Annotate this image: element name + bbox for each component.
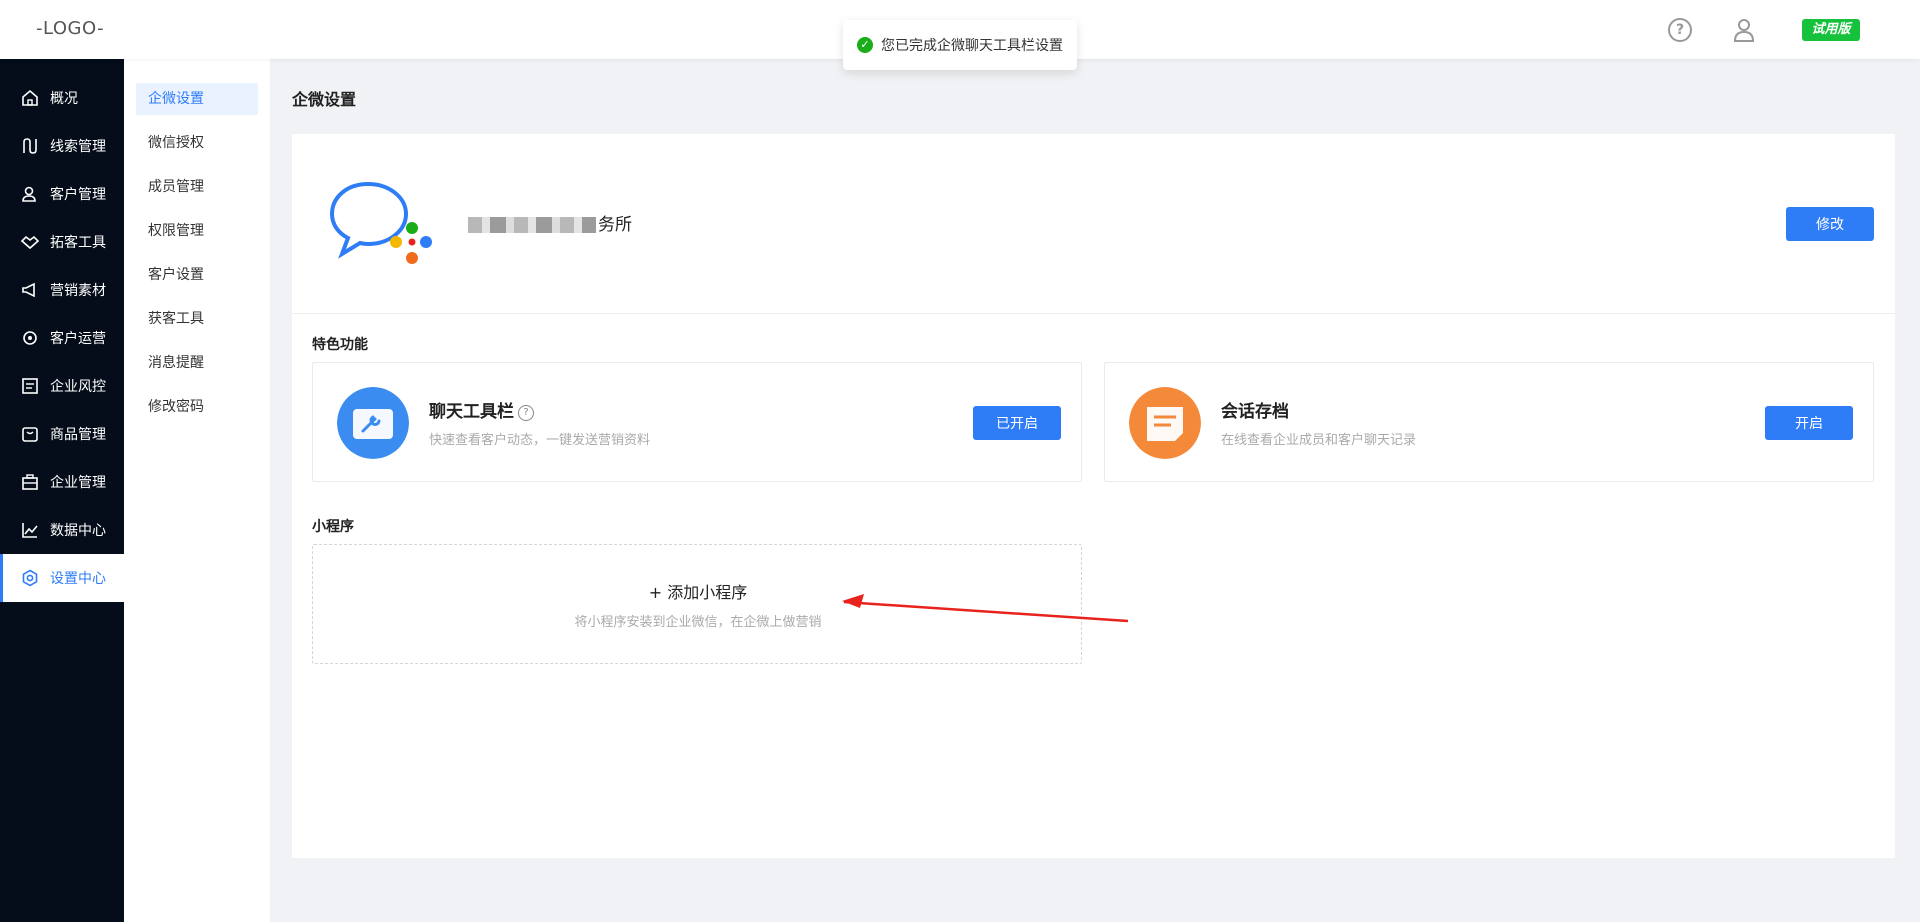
plus-icon: +: [648, 583, 663, 602]
nav-item-marketing[interactable]: 营销素材: [0, 266, 124, 314]
handshake-icon: [20, 232, 40, 252]
settings-icon: [20, 568, 40, 588]
briefcase-icon: [20, 472, 40, 492]
feature-desc: 在线查看企业成员和客户聊天记录: [1221, 433, 1417, 448]
nav-item-overview[interactable]: 概况: [0, 74, 124, 122]
nav-item-enterprise[interactable]: 企业管理: [0, 458, 124, 506]
operation-icon: [20, 328, 40, 348]
nav-item-data-center[interactable]: 数据中心: [0, 506, 124, 554]
nav-item-customer-ops[interactable]: 客户运营: [0, 314, 124, 362]
submenu-item-notifications[interactable]: 消息提醒: [136, 347, 258, 379]
route-icon: [20, 136, 40, 156]
nav-label: 营销素材: [50, 283, 106, 299]
annotation-arrow: [842, 594, 1129, 623]
trial-badge[interactable]: 试用版: [1802, 19, 1860, 41]
toast-message: 您已完成企微聊天工具栏设置: [881, 38, 1063, 54]
scrollbar-track[interactable]: [1914, 59, 1920, 922]
nav-item-leads[interactable]: 线索管理: [0, 122, 124, 170]
nav-item-settings[interactable]: 设置中心: [0, 554, 124, 602]
feature-card-chat-toolbar: 聊天工具栏? 快速查看客户动态，一键发送营销资料 已开启: [312, 362, 1082, 482]
nav-label: 客户管理: [50, 187, 106, 203]
submenu-item-wecom-settings[interactable]: 企微设置: [136, 83, 258, 115]
settings-submenu: 企微设置 微信授权 成员管理 权限管理 客户设置 获客工具 消息提醒 修改密码: [124, 59, 270, 922]
nav-label: 概况: [50, 91, 78, 107]
settings-panel: 务所 修改 特色功能 聊天工具栏? 快速查看客户动态，一键发送营销资料 已开启 …: [292, 134, 1895, 858]
user-icon[interactable]: [1732, 17, 1756, 43]
chart-icon: [20, 520, 40, 540]
nav-label: 设置中心: [50, 571, 106, 587]
nav-label: 数据中心: [50, 523, 106, 539]
edit-button[interactable]: 修改: [1786, 207, 1874, 241]
redacted-name-mask: [468, 217, 596, 233]
goods-icon: [20, 424, 40, 444]
nav-label: 企业管理: [50, 475, 106, 491]
megaphone-icon: [20, 280, 40, 300]
main-nav: 概况 线索管理 客户管理 拓客工具 营销素材 客户运营 企业风控 商品管理 企业…: [0, 59, 124, 922]
nav-item-risk[interactable]: 企业风控: [0, 362, 124, 410]
nav-item-customers[interactable]: 客户管理: [0, 170, 124, 218]
submenu-item-change-password[interactable]: 修改密码: [136, 391, 258, 423]
chat-toolbar-enabled-button[interactable]: 已开启: [973, 406, 1061, 440]
customers-icon: [20, 184, 40, 204]
page-title: 企微设置: [292, 90, 357, 109]
corp-name-suffix: 务所: [598, 215, 632, 235]
features-section-title: 特色功能: [312, 337, 368, 353]
help-icon[interactable]: ?: [1668, 18, 1692, 42]
feature-card-chat-archive: 会话存档 在线查看企业成员和客户聊天记录 开启: [1104, 362, 1874, 482]
submenu-item-customer-settings[interactable]: 客户设置: [136, 259, 258, 291]
nav-item-acquisition-tools[interactable]: 拓客工具: [0, 218, 124, 266]
mini-program-section-title: 小程序: [312, 519, 354, 535]
corp-info-row: 务所 修改: [292, 134, 1895, 314]
home-icon: [20, 88, 40, 108]
submenu-item-members[interactable]: 成员管理: [136, 171, 258, 203]
nav-label: 拓客工具: [50, 235, 106, 251]
feature-name: 聊天工具栏?: [429, 397, 534, 422]
nav-label: 商品管理: [50, 427, 106, 443]
submenu-item-wechat-auth[interactable]: 微信授权: [136, 127, 258, 159]
chat-archive-icon: [1129, 387, 1201, 459]
success-toast: ✓ 您已完成企微聊天工具栏设置: [843, 20, 1077, 70]
chat-toolbar-icon: [337, 387, 409, 459]
nav-label: 企业风控: [50, 379, 106, 395]
submenu-item-acquisition[interactable]: 获客工具: [136, 303, 258, 335]
wecom-logo: [329, 181, 432, 264]
risk-icon: [20, 376, 40, 396]
corp-name: 务所: [468, 210, 632, 235]
nav-label: 客户运营: [50, 331, 106, 347]
help-circle-icon[interactable]: ?: [518, 405, 534, 421]
nav-item-goods[interactable]: 商品管理: [0, 410, 124, 458]
feature-name: 会话存档: [1221, 402, 1289, 422]
chat-archive-enable-button[interactable]: 开启: [1765, 406, 1853, 440]
nav-label: 线索管理: [50, 139, 106, 155]
submenu-item-permissions[interactable]: 权限管理: [136, 215, 258, 247]
logo: -LOGO-: [36, 18, 105, 39]
check-circle-icon: ✓: [857, 37, 873, 53]
feature-desc: 快速查看客户动态，一键发送营销资料: [429, 433, 651, 448]
